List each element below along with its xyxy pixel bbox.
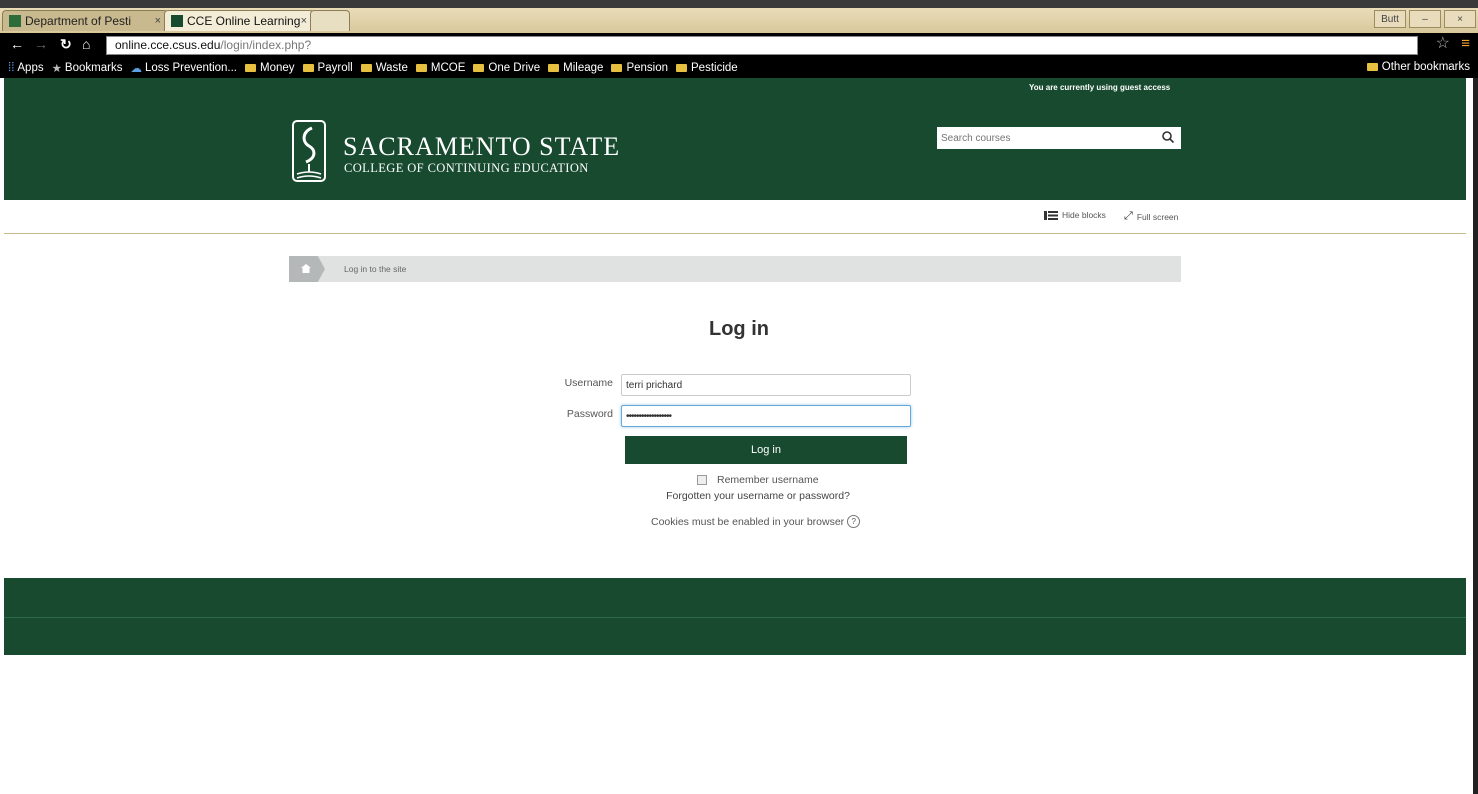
back-arrow-icon[interactable]: ←	[10, 36, 24, 52]
bookmark-money[interactable]: Money	[245, 62, 295, 74]
hide-blocks-icon	[1044, 210, 1058, 220]
bookmark-pension[interactable]: Pension	[611, 62, 668, 74]
bookmark-star-icon[interactable]: ☆	[1436, 33, 1450, 53]
breadcrumb-current: Log in to the site	[344, 264, 407, 274]
bookmark-payroll[interactable]: Payroll	[302, 62, 353, 74]
folder-icon	[360, 63, 372, 72]
url-path: /login/index.php?	[220, 38, 312, 52]
page-title: Log in	[709, 318, 769, 340]
address-bar[interactable]: online.cce.csus.edu/login/index.php?	[106, 36, 1418, 55]
chrome-menu-icon[interactable]: ≡	[1461, 35, 1470, 52]
password-field[interactable]	[621, 405, 911, 427]
close-tab-icon[interactable]: ×	[155, 15, 161, 27]
bookmark-mcoe[interactable]: MCOE	[415, 62, 465, 74]
guest-access-notice: You are currently using guest access	[1029, 83, 1171, 92]
expand-icon: ⤢	[1124, 210, 1133, 222]
site-favicon-icon	[171, 15, 183, 27]
sacramento-state-logo-icon[interactable]	[292, 120, 326, 182]
remember-username-checkbox[interactable]	[697, 475, 707, 485]
tab-department-of-pesticide[interactable]: Department of Pesti ×	[2, 10, 168, 31]
folder-icon	[473, 63, 485, 72]
cookies-notice-text: Cookies must be enabled in your browser	[651, 515, 845, 528]
profile-button[interactable]: Butt	[1374, 10, 1406, 28]
cookies-notice: Cookies must be enabled in your browser …	[651, 515, 861, 528]
cloud-icon: ☁	[130, 62, 142, 75]
full-screen-link[interactable]: ⤢ Full screen	[1124, 210, 1178, 223]
tab-cce-online-learning[interactable]: CCE Online Learning ×	[164, 10, 314, 31]
site-favicon-icon	[9, 15, 21, 27]
username-label: Username	[564, 377, 613, 389]
bookmark-one-drive[interactable]: One Drive	[473, 62, 540, 74]
username-field[interactable]	[621, 374, 911, 396]
folder-icon	[415, 63, 427, 72]
star-icon: ★	[51, 62, 62, 75]
home-icon[interactable]: ⌂	[82, 36, 90, 52]
tab-title: CCE Online Learning	[187, 14, 301, 28]
tab-title: Department of Pesti	[25, 14, 132, 28]
full-screen-label: Full screen	[1136, 211, 1179, 222]
bookmark-pesticide[interactable]: Pesticide	[676, 62, 738, 74]
breadcrumb-home[interactable]	[289, 256, 325, 282]
close-tab-icon[interactable]: ×	[301, 15, 307, 27]
course-search	[937, 127, 1181, 149]
window-edge	[1466, 78, 1478, 794]
page-footer-bottom	[4, 617, 1466, 655]
bookmark-bookmarks[interactable]: ★ Bookmarks	[52, 61, 123, 75]
close-window-button[interactable]: ×	[1444, 10, 1476, 28]
folder-icon	[245, 63, 257, 72]
other-bookmarks[interactable]: Other bookmarks	[1366, 61, 1470, 73]
apps-grid-icon: ⁞⁞	[8, 61, 15, 74]
folder-icon	[1366, 63, 1378, 71]
bookmarks-bar: ⁞⁞ Apps ★ Bookmarks ☁ Loss Prevention... Mo…	[0, 57, 1478, 78]
login-button[interactable]: Log in	[625, 436, 907, 464]
url-host: online.cce.csus.edu	[115, 38, 221, 52]
forward-arrow-icon[interactable]: →	[34, 36, 48, 52]
password-label: Password	[566, 408, 613, 420]
remember-username-label: Remember username	[717, 474, 819, 486]
home-icon	[301, 264, 311, 273]
site-header: You are currently using guest access SAC…	[4, 78, 1466, 200]
browser-tab-strip: Department of Pesti × CCE Online Learnin…	[0, 8, 1478, 33]
folder-icon	[302, 63, 314, 72]
remember-username: Remember username	[697, 474, 819, 486]
bookmark-loss-prevention[interactable]: ☁ Loss Prevention...	[130, 61, 237, 75]
new-tab-button[interactable]	[310, 10, 350, 31]
bookmark-apps[interactable]: ⁞⁞ Apps	[8, 62, 44, 74]
help-icon[interactable]: ?	[847, 515, 861, 528]
bookmark-mileage[interactable]: Mileage	[548, 62, 603, 74]
browser-toolbar: ← → ↻ ⌂ online.cce.csus.edu/login/index.…	[0, 33, 1478, 57]
hide-blocks-label: Hide blocks	[1062, 210, 1106, 220]
folder-icon	[676, 63, 687, 72]
window-controls: Butt – ×	[1374, 10, 1476, 28]
search-icon[interactable]	[1161, 130, 1175, 144]
reload-icon[interactable]: ↻	[60, 36, 72, 53]
bookmark-waste[interactable]: Waste	[360, 62, 408, 74]
blocks-toolbar: Hide blocks ⤢ Full screen	[4, 200, 1466, 234]
folder-icon	[611, 63, 623, 72]
page-footer	[4, 578, 1466, 617]
breadcrumb: Log in to the site	[289, 256, 1181, 282]
search-input[interactable]	[939, 129, 1153, 147]
url-text: online.cce.csus.edu/login/index.php?	[115, 38, 311, 52]
logo-title: SACRAMENTO STATE	[343, 132, 621, 161]
hide-blocks-link[interactable]: Hide blocks	[1044, 210, 1106, 220]
folder-icon	[548, 63, 560, 72]
minimize-button[interactable]: –	[1409, 10, 1441, 28]
forgot-credentials-link[interactable]: Forgotten your username or password?	[0, 490, 1478, 502]
logo-subtitle: COLLEGE OF CONTINUING EDUCATION	[344, 161, 589, 175]
